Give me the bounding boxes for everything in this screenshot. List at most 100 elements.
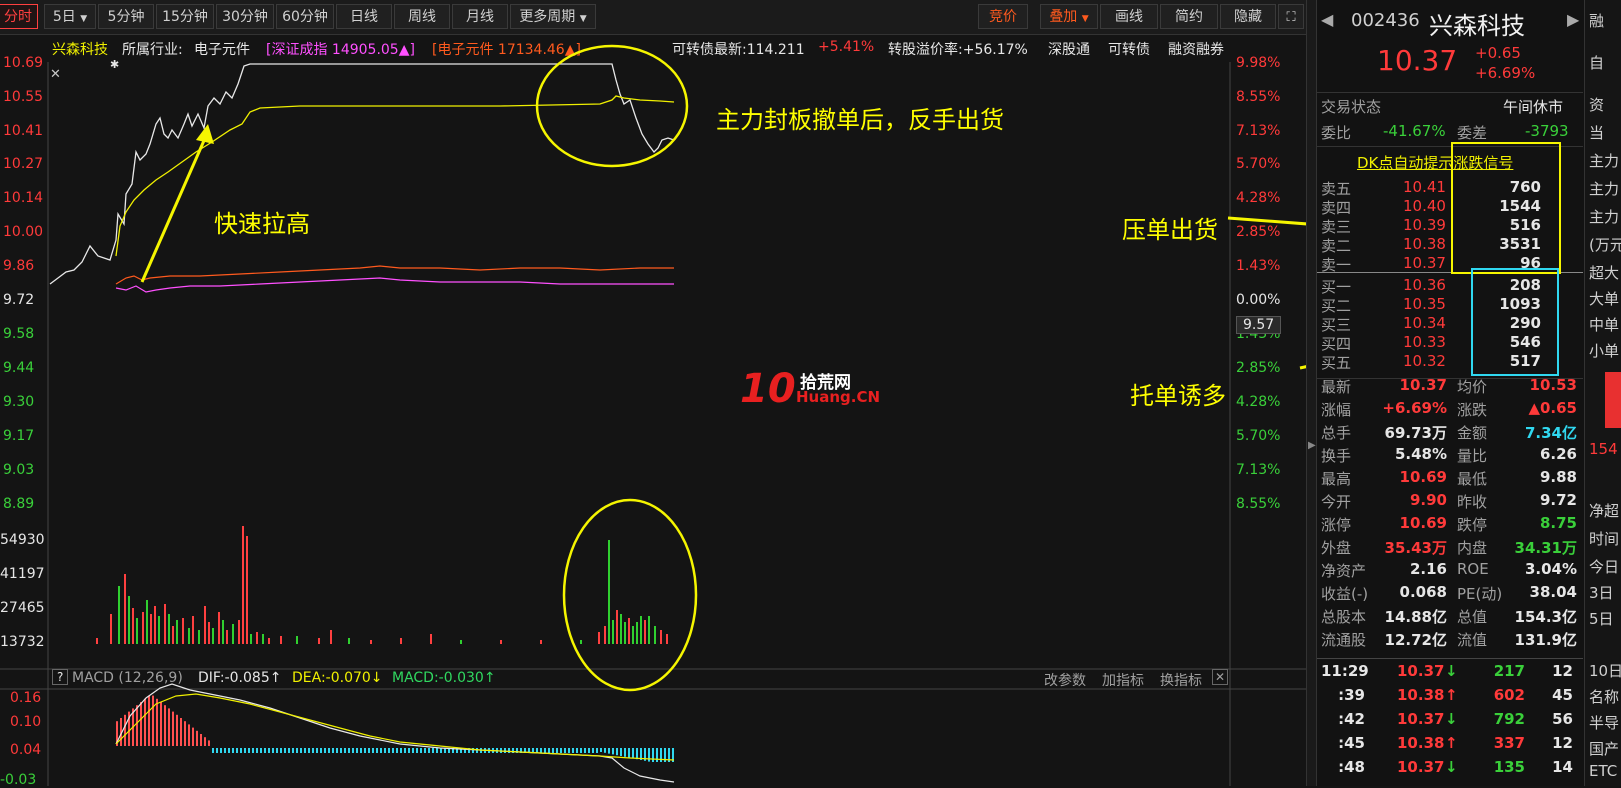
macd-bar (360, 748, 362, 753)
change-params-button[interactable]: 改参数 (1044, 670, 1086, 690)
pct-tick: 0.00% (1236, 292, 1281, 308)
chevron-down-icon: ▼ (80, 14, 88, 24)
side-strip-item: 中单 (1589, 316, 1620, 334)
stat-value: 0.068 (1399, 583, 1447, 601)
side-strip-item: 主力 (1589, 152, 1620, 170)
volume-bar (132, 608, 134, 644)
tab-60min[interactable]: 60分钟 (276, 4, 334, 29)
macd-bar (224, 748, 226, 753)
macd-dif-value: DIF:-0.085↑ (198, 670, 282, 686)
price-tick: 9.17 (3, 428, 35, 444)
macd-bar (200, 734, 202, 746)
tab-monthly[interactable]: 月线 (452, 4, 508, 29)
stat-label: 最高 (1321, 470, 1352, 488)
stat-value: +6.69% (1382, 399, 1447, 417)
watermark-sub: Huang.CN (796, 388, 881, 406)
next-stock-icon[interactable]: ▶ (1567, 10, 1579, 29)
macd-bar (228, 748, 230, 753)
side-strip-item: (万元 (1589, 236, 1621, 254)
draw-line-button[interactable]: 画线 (1100, 4, 1158, 29)
macd-bar (208, 740, 210, 746)
volume-bar (96, 638, 98, 644)
tab-daily[interactable]: 日线 (336, 4, 392, 29)
overlay-button[interactable]: 叠加 ▼ (1040, 4, 1098, 29)
volume-bar (620, 614, 622, 644)
macd-bar (656, 748, 658, 762)
macd-bar (612, 748, 614, 755)
hide-button[interactable]: 隐藏 (1220, 4, 1276, 29)
volume-bar (460, 640, 462, 644)
bid-level-label: 买三 (1321, 316, 1352, 334)
volume-bar (150, 614, 152, 644)
volume-bar (348, 638, 350, 644)
tick-volume: 217 (1493, 662, 1525, 680)
pct-tick: 2.85% (1236, 224, 1281, 240)
price-tick: 9.58 (3, 326, 35, 342)
tab-30min[interactable]: 30分钟 (216, 4, 274, 29)
price-tick: 9.03 (3, 462, 35, 478)
macd-bar (144, 698, 146, 746)
help-icon[interactable]: ? (52, 669, 69, 685)
tab-intraday[interactable]: 分时 (0, 4, 38, 29)
volume-bar (238, 620, 240, 644)
collapse-arrow-icon[interactable]: ▶ (1308, 440, 1316, 451)
buy-wall-highlight (1471, 268, 1559, 376)
stat-value: 7.34亿 (1524, 424, 1577, 442)
macd-bar (384, 748, 386, 753)
close-indicator-icon[interactable]: ✕ (1212, 669, 1229, 685)
tab-5min[interactable]: 5分钟 (98, 4, 154, 29)
volume-bar (208, 622, 210, 644)
macd-bar (156, 698, 158, 746)
macd-bar (600, 748, 602, 752)
tick-price: 10.37 (1397, 758, 1445, 776)
pct-tick: 2.85% (1236, 360, 1281, 376)
macd-bar (320, 748, 322, 753)
stat-value: 3.04% (1524, 560, 1577, 578)
bid-level-label: 买四 (1321, 335, 1352, 353)
tick-price: 10.37 (1397, 662, 1445, 680)
macd-bar (368, 748, 370, 753)
macd-bar (312, 748, 314, 753)
volume-bar (222, 620, 224, 644)
volume-bar (192, 616, 194, 644)
macd-bar (300, 748, 302, 753)
stat-value: 9.88 (1539, 468, 1577, 486)
macd-bar (548, 748, 550, 753)
stat-label: 总股本 (1321, 608, 1367, 626)
pct-tick: 4.28% (1236, 190, 1281, 206)
add-indicator-button[interactable]: 加指标 (1102, 670, 1144, 690)
volume-bar (262, 634, 264, 644)
ask-price: 10.39 (1403, 216, 1446, 234)
volume-bar (176, 620, 178, 644)
stat-label: 内盘 (1457, 539, 1488, 557)
macd-bar (596, 748, 598, 753)
stat-value: 6.26 (1539, 445, 1577, 463)
tab-weekly[interactable]: 周线 (394, 4, 450, 29)
tab-15min[interactable]: 15分钟 (156, 4, 214, 29)
chevron-down-icon: ▼ (579, 14, 587, 24)
macd-bar (420, 748, 422, 753)
macd-bar (396, 748, 398, 753)
close-icon[interactable]: ✕ (50, 67, 61, 82)
volume-bar (318, 638, 320, 644)
auction-button[interactable]: 竞价 (978, 4, 1028, 29)
tab-more-periods[interactable]: 更多周期 ▼ (510, 4, 596, 29)
volume-bar (250, 634, 252, 644)
tab-5day[interactable]: 5日 ▼ (44, 4, 96, 29)
macd-bar (412, 748, 414, 753)
ask-price: 10.41 (1403, 178, 1446, 196)
macd-bar (388, 748, 390, 753)
macd-bar (648, 748, 650, 762)
macd-bar (372, 748, 374, 753)
switch-indicator-button[interactable]: 换指标 (1160, 670, 1202, 690)
price-tick: 9.30 (3, 394, 35, 410)
stat-label: 涨跌 (1457, 401, 1488, 419)
avg-price-line (115, 95, 675, 257)
fullscreen-icon[interactable]: ⛶ (1278, 4, 1304, 29)
volume-tick: 54930 (0, 532, 45, 548)
prev-stock-icon[interactable]: ◀ (1321, 10, 1333, 29)
macd-bar (324, 748, 326, 753)
simple-mode-button[interactable]: 简约 (1160, 4, 1218, 29)
macd-bar (348, 748, 350, 753)
wc-label: 委差 (1457, 124, 1488, 142)
